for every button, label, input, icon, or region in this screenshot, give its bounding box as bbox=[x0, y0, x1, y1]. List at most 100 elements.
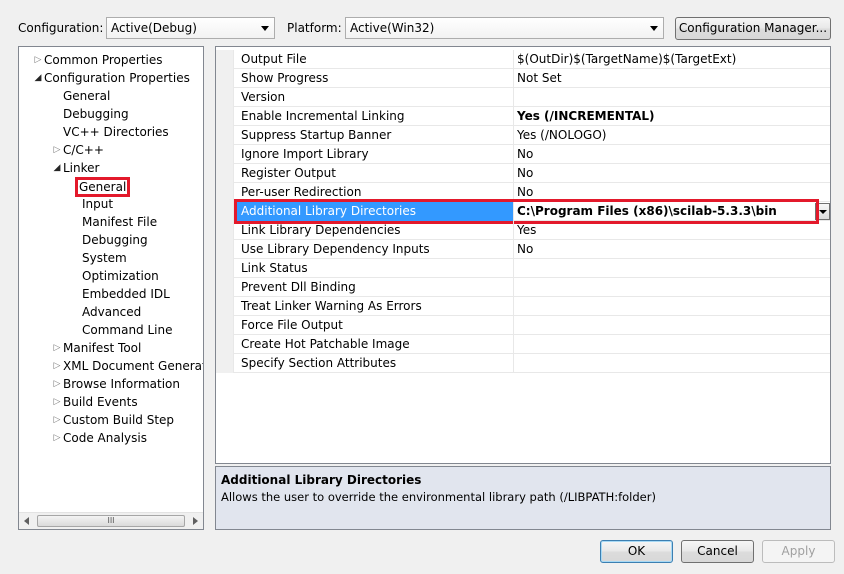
property-value bbox=[513, 88, 830, 107]
row-gutter bbox=[216, 145, 234, 164]
property-name: Treat Linker Warning As Errors bbox=[241, 299, 422, 313]
property-row[interactable]: Suppress Startup Banner Yes (/NOLOGO) bbox=[216, 126, 830, 145]
tree-item[interactable]: General bbox=[19, 87, 203, 105]
tree-item-label: System bbox=[82, 251, 127, 265]
row-gutter bbox=[216, 50, 234, 69]
property-row[interactable]: Create Hot Patchable Image bbox=[216, 335, 830, 354]
property-value bbox=[513, 278, 830, 297]
tree-item-label: Configuration Properties bbox=[44, 71, 190, 85]
row-gutter bbox=[216, 221, 234, 240]
collapsed-triangle-icon[interactable]: ▷ bbox=[52, 141, 62, 159]
property-row[interactable]: Prevent Dll Binding bbox=[216, 278, 830, 297]
tree-item-label: Debugging bbox=[82, 233, 148, 247]
row-gutter bbox=[216, 335, 234, 354]
row-gutter bbox=[216, 107, 234, 126]
tree-item-label: Code Analysis bbox=[63, 431, 147, 445]
collapsed-triangle-icon[interactable]: ▷ bbox=[52, 375, 62, 393]
property-name: Per-user Redirection bbox=[241, 185, 362, 199]
collapsed-triangle-icon[interactable]: ▷ bbox=[33, 51, 43, 69]
property-value: Yes (/INCREMENTAL) bbox=[513, 107, 830, 126]
tree-item[interactable]: ▷ Common Properties bbox=[19, 51, 203, 69]
row-gutter bbox=[216, 164, 234, 183]
expanded-triangle-icon[interactable]: ◢ bbox=[33, 69, 43, 87]
property-value: No bbox=[513, 145, 830, 164]
property-name: Version bbox=[241, 90, 286, 104]
property-row[interactable]: Version bbox=[216, 88, 830, 107]
property-value: Not Set bbox=[513, 69, 830, 88]
property-name: Suppress Startup Banner bbox=[241, 128, 392, 142]
property-row[interactable]: Show Progress Not Set bbox=[216, 69, 830, 88]
property-row[interactable]: Ignore Import Library No bbox=[216, 145, 830, 164]
platform-dropdown[interactable]: Active(Win32) bbox=[345, 17, 664, 39]
expanded-triangle-icon[interactable]: ◢ bbox=[52, 159, 62, 177]
property-grid[interactable]: Output File $(OutDir)$(TargetName)$(Targe… bbox=[215, 46, 831, 464]
tree-item[interactable]: ▷ Browse Information bbox=[19, 375, 203, 393]
property-row[interactable]: Specify Section Attributes bbox=[216, 354, 830, 373]
property-name: Use Library Dependency Inputs bbox=[241, 242, 430, 256]
tree-item[interactable]: System bbox=[19, 249, 203, 267]
property-row[interactable]: Output File $(OutDir)$(TargetName)$(Targe… bbox=[216, 50, 830, 69]
property-name: Specify Section Attributes bbox=[241, 356, 397, 370]
property-row[interactable]: Use Library Dependency Inputs No bbox=[216, 240, 830, 259]
property-value bbox=[513, 297, 830, 316]
property-row[interactable]: Treat Linker Warning As Errors bbox=[216, 297, 830, 316]
property-row[interactable]: Register Output No bbox=[216, 164, 830, 183]
tree-item[interactable]: ▷ Custom Build Step bbox=[19, 411, 203, 429]
property-tree[interactable]: ▷ Common Properties ◢ Configuration Propert… bbox=[18, 46, 204, 530]
collapsed-triangle-icon[interactable]: ▷ bbox=[52, 357, 62, 375]
chevron-down-icon bbox=[261, 26, 269, 31]
scroll-left-icon[interactable] bbox=[21, 515, 33, 527]
tree-item[interactable]: General bbox=[19, 177, 203, 197]
tree-item[interactable]: Optimization bbox=[19, 267, 203, 285]
configuration-dropdown[interactable]: Active(Debug) bbox=[106, 17, 275, 39]
property-value bbox=[513, 335, 830, 354]
tree-item[interactable]: Debugging bbox=[19, 105, 203, 123]
property-row[interactable]: Force File Output bbox=[216, 316, 830, 335]
tree-item[interactable]: ▷ C/C++ bbox=[19, 141, 203, 159]
collapsed-triangle-icon[interactable]: ▷ bbox=[52, 393, 62, 411]
tree-item[interactable]: ▷ Manifest Tool bbox=[19, 339, 203, 357]
tree-item[interactable]: VC++ Directories bbox=[19, 123, 203, 141]
property-row[interactable]: Link Library Dependencies Yes bbox=[216, 221, 830, 240]
description-panel: Additional Library Directories Allows th… bbox=[215, 466, 831, 530]
property-name: Link Status bbox=[241, 261, 308, 275]
property-value: Yes (/NOLOGO) bbox=[513, 126, 830, 145]
tree-item[interactable]: Command Line bbox=[19, 321, 203, 339]
property-value bbox=[513, 316, 830, 335]
scroll-right-icon[interactable] bbox=[189, 515, 201, 527]
collapsed-triangle-icon[interactable]: ▷ bbox=[52, 411, 62, 429]
collapsed-triangle-icon[interactable]: ▷ bbox=[52, 339, 62, 357]
ok-button[interactable]: OK bbox=[600, 540, 673, 563]
property-name: Prevent Dll Binding bbox=[241, 280, 356, 294]
property-row[interactable]: Enable Incremental Linking Yes (/INCREMEN… bbox=[216, 107, 830, 126]
tree-item[interactable]: ▷ Build Events bbox=[19, 393, 203, 411]
tree-item[interactable]: Input bbox=[19, 195, 203, 213]
tree-item[interactable]: ◢ Configuration Properties bbox=[19, 69, 203, 87]
tree-item[interactable]: ▷ Code Analysis bbox=[19, 429, 203, 447]
scroll-thumb[interactable]: III bbox=[37, 515, 185, 527]
tree-item-label: C/C++ bbox=[63, 143, 104, 157]
tree-item-label: Custom Build Step bbox=[63, 413, 175, 427]
tree-item[interactable]: Debugging bbox=[19, 231, 203, 249]
tree-item[interactable]: ◢ Linker bbox=[19, 159, 203, 177]
tree-item[interactable]: Embedded IDL bbox=[19, 285, 203, 303]
property-row[interactable]: Link Status bbox=[216, 259, 830, 278]
collapsed-triangle-icon[interactable]: ▷ bbox=[52, 429, 62, 447]
property-name: Enable Incremental Linking bbox=[241, 109, 405, 123]
cancel-button[interactable]: Cancel bbox=[681, 540, 754, 563]
tree-item-label: Linker bbox=[63, 161, 100, 175]
platform-value: Active(Win32) bbox=[350, 21, 435, 35]
property-row[interactable]: Additional Library Directories C:\Program… bbox=[216, 199, 830, 224]
horizontal-scrollbar[interactable]: III bbox=[19, 512, 203, 529]
tree-item[interactable]: Advanced bbox=[19, 303, 203, 321]
configuration-value: Active(Debug) bbox=[111, 21, 197, 35]
property-value bbox=[513, 354, 830, 373]
property-name: Output File bbox=[241, 52, 307, 66]
property-name: Ignore Import Library bbox=[241, 147, 369, 161]
property-value: No bbox=[513, 240, 830, 259]
tree-item[interactable]: Manifest File bbox=[19, 213, 203, 231]
configuration-manager-button[interactable]: Configuration Manager... bbox=[675, 17, 831, 40]
apply-button[interactable]: Apply bbox=[762, 540, 835, 563]
tree-item-label: XML Document Generator bbox=[63, 359, 204, 373]
tree-item[interactable]: ▷ XML Document Generator bbox=[19, 357, 203, 375]
